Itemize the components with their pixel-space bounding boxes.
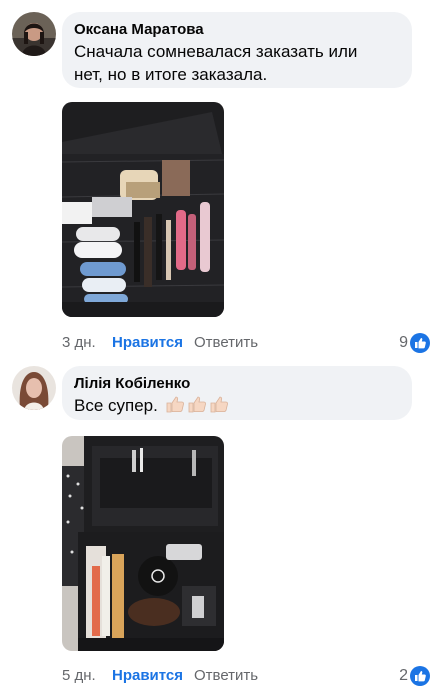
thumbs-up-emoji-icon bbox=[166, 396, 228, 413]
comment-text-content: Все супер. bbox=[74, 396, 158, 415]
avatar[interactable] bbox=[12, 12, 56, 56]
avatar[interactable] bbox=[12, 366, 56, 410]
thumbs-up-icon[interactable] bbox=[410, 333, 430, 353]
comment-actions: 3 дн. Нравится Ответить 9 bbox=[62, 333, 432, 353]
comment-text-line-1: Сначала сомневалася заказать или bbox=[74, 42, 358, 61]
avatar-photo-icon bbox=[12, 12, 56, 56]
thumbs-up-icon[interactable] bbox=[410, 666, 430, 686]
reply-button[interactable]: Ответить bbox=[194, 666, 258, 686]
avatar-photo-icon bbox=[12, 366, 56, 410]
comment-actions: 5 дн. Нравится Ответить 2 bbox=[62, 666, 432, 686]
reaction-count[interactable]: 2 bbox=[399, 666, 408, 686]
cosmetic-bag-photo-icon bbox=[62, 436, 224, 651]
comment-bubble: Оксана Маратова Сначала сомневалася зака… bbox=[62, 12, 412, 88]
comment-text-line-2: нет, но в итоге заказала. bbox=[74, 65, 268, 84]
comment-time[interactable]: 3 дн. bbox=[62, 333, 96, 353]
like-button[interactable]: Нравится bbox=[112, 666, 183, 686]
comment-author[interactable]: Лілія Кобіленко bbox=[74, 374, 400, 394]
comment-photo[interactable] bbox=[62, 102, 224, 317]
comment-author[interactable]: Оксана Маратова bbox=[74, 20, 400, 40]
comment-photo[interactable] bbox=[62, 436, 224, 651]
like-button[interactable]: Нравится bbox=[112, 333, 183, 353]
cosmetic-bag-photo-icon bbox=[62, 102, 224, 317]
comment-time[interactable]: 5 дн. bbox=[62, 666, 96, 686]
reaction-count[interactable]: 9 bbox=[399, 333, 408, 353]
reply-button[interactable]: Ответить bbox=[194, 333, 258, 353]
comment-bubble: Лілія Кобіленко Все супер. bbox=[62, 366, 412, 420]
comment-text: Все супер. bbox=[74, 394, 400, 417]
